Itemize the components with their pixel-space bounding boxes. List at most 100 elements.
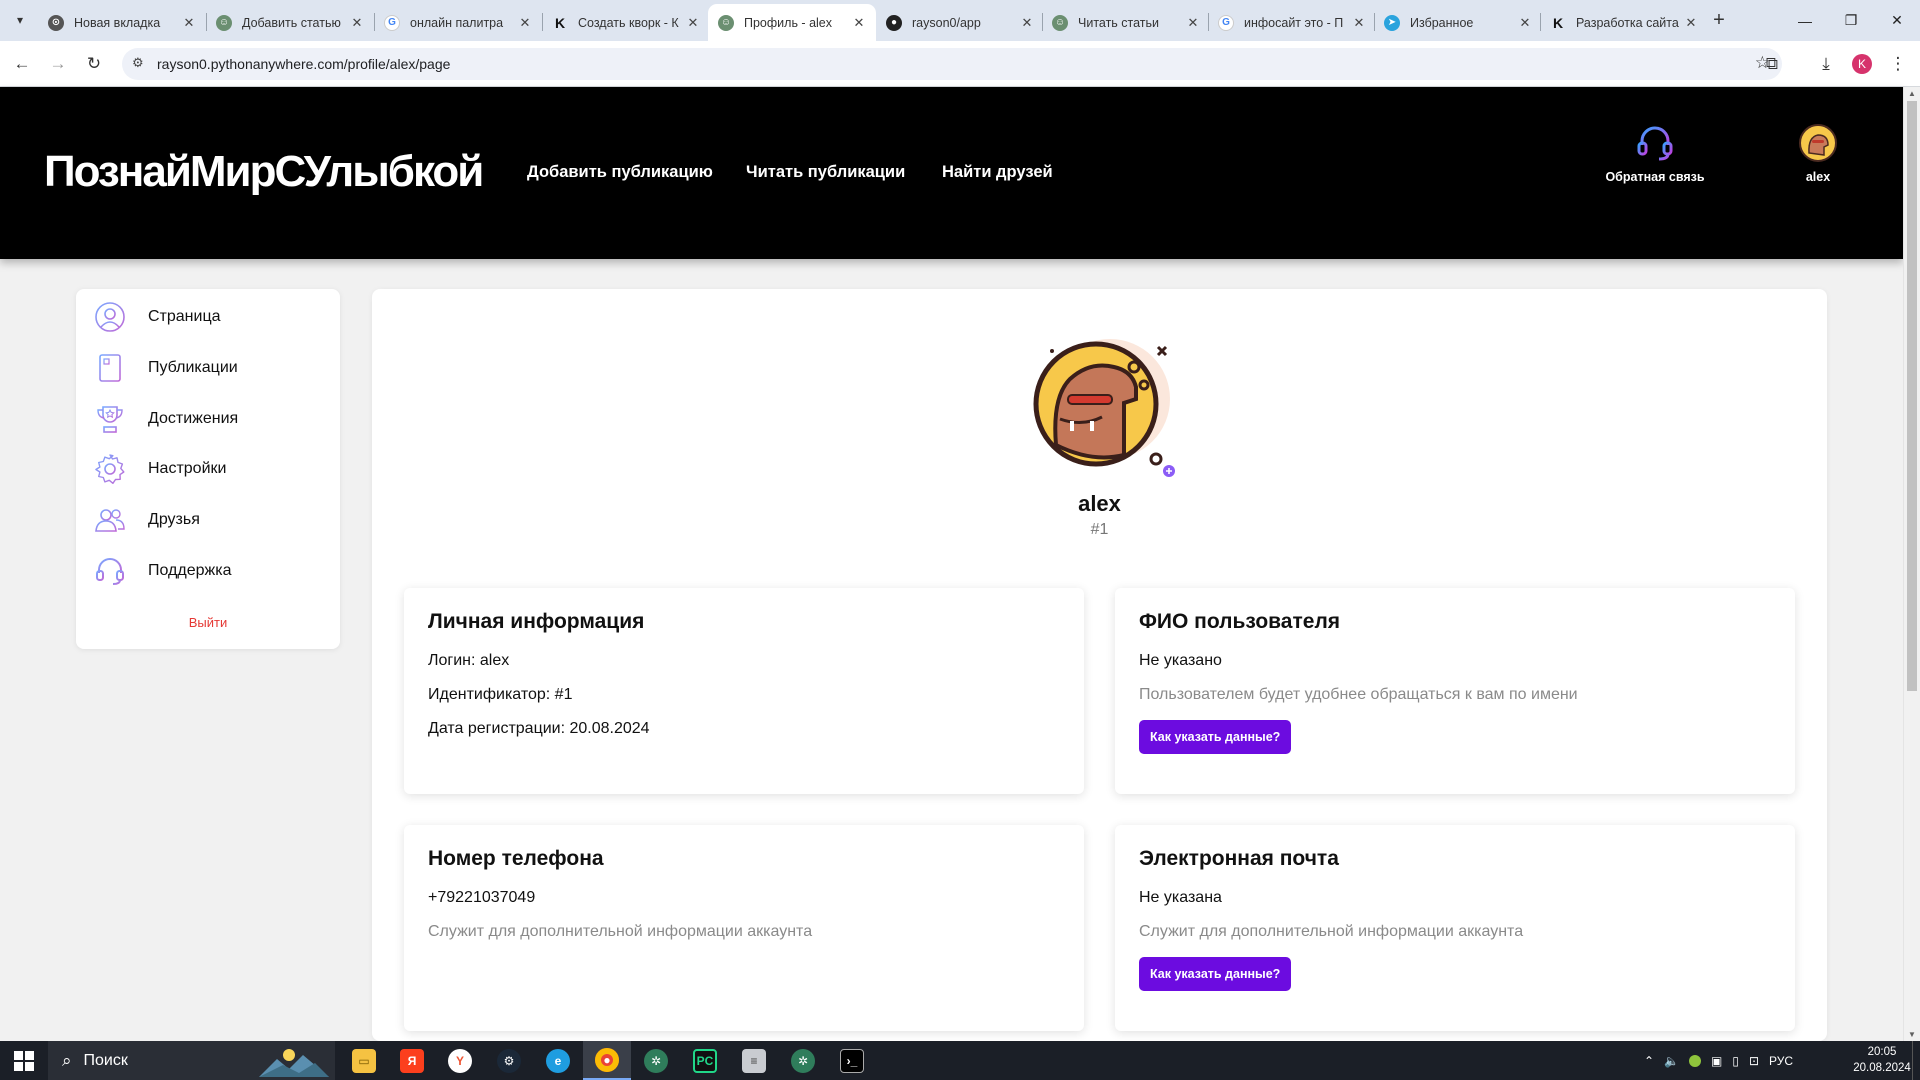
- site-logo[interactable]: ПознайМирСУлыбкой: [44, 147, 484, 197]
- taskbar-app-green[interactable]: ✲: [632, 1041, 680, 1080]
- profile-avatar[interactable]: [1032, 337, 1182, 477]
- browser-menu-icon[interactable]: ⋮: [1884, 50, 1912, 78]
- minimize-button[interactable]: —: [1782, 0, 1828, 41]
- headset-icon: [1637, 126, 1673, 161]
- atom-icon: ✲: [644, 1048, 668, 1073]
- back-button[interactable]: ←: [8, 50, 36, 78]
- browser-tab[interactable]: ● rayson0/app ✕: [876, 4, 1044, 41]
- feedback-link[interactable]: Обратная связь: [1605, 123, 1705, 184]
- user-icon: [95, 302, 125, 332]
- close-icon[interactable]: ✕: [518, 15, 532, 31]
- taskbar-edge[interactable]: e: [534, 1041, 582, 1080]
- close-icon[interactable]: ✕: [1186, 15, 1200, 31]
- taskbar-chrome[interactable]: ●: [583, 1041, 631, 1080]
- close-icon[interactable]: ✕: [686, 15, 700, 31]
- close-icon[interactable]: ✕: [852, 15, 866, 31]
- taskbar-search[interactable]: ⌕ Поиск: [48, 1041, 335, 1080]
- profile-sidebar: Страница Публикации Достижения Настройки: [76, 289, 340, 649]
- browser-tab[interactable]: ➤ Избранное ✕: [1374, 4, 1542, 41]
- browser-tab[interactable]: K Создать кворк - К ✕: [542, 4, 710, 41]
- search-placeholder: Поиск: [83, 1051, 128, 1069]
- scrollbar-thumb[interactable]: [1907, 101, 1917, 691]
- close-icon[interactable]: ✕: [1684, 15, 1698, 31]
- scroll-up-arrow[interactable]: ▲: [1908, 89, 1916, 98]
- site-info-icon[interactable]: ⚙: [132, 55, 144, 71]
- start-button[interactable]: [0, 1041, 48, 1080]
- taskbar-app-green2[interactable]: ✲: [779, 1041, 827, 1080]
- taskbar-pycharm[interactable]: PC: [681, 1041, 729, 1080]
- browser-toolbar: ← → ↻ ⚙ rayson0.pythonanywhere.com/profi…: [0, 41, 1920, 87]
- taskbar-terminal[interactable]: ›_: [828, 1041, 876, 1080]
- taskbar-yandex-browser[interactable]: Y: [436, 1041, 484, 1080]
- close-window-button[interactable]: ✕: [1874, 0, 1920, 41]
- headset-icon: [96, 558, 124, 585]
- volume-icon[interactable]: 🔈: [1664, 1054, 1679, 1068]
- restore-button[interactable]: ❐: [1828, 0, 1874, 41]
- header-username: alex: [1805, 170, 1831, 184]
- address-bar[interactable]: ⚙ rayson0.pythonanywhere.com/profile/ale…: [122, 48, 1782, 80]
- browser-tab[interactable]: G инфосайт это - П ✕: [1208, 4, 1376, 41]
- scroll-down-arrow[interactable]: ▼: [1908, 1030, 1916, 1039]
- sidebar-item-support[interactable]: Поддержка: [94, 553, 324, 589]
- reload-button[interactable]: ↻: [80, 50, 108, 78]
- show-desktop-button[interactable]: [1912, 1041, 1920, 1080]
- site-icon: ☺: [1052, 14, 1068, 31]
- nav-read-publications[interactable]: Читать публикации: [746, 163, 905, 182]
- browser-tab[interactable]: ☺ Читать статьи ✕: [1042, 4, 1210, 41]
- sidebar-item-settings[interactable]: Настройки: [94, 451, 324, 487]
- personal-info-card: Личная информация Логин: alex Идентифика…: [404, 588, 1084, 794]
- tab-search-button[interactable]: ▾: [8, 8, 32, 32]
- tray-device-icon[interactable]: ▣: [1711, 1054, 1722, 1068]
- browser-tab-strip: ▾ ⊙ Новая вкладка ✕ ☺ Добавить статью ✕ …: [0, 0, 1920, 41]
- taskbar-yandex[interactable]: Я: [388, 1041, 436, 1080]
- how-to-specify-button[interactable]: Как указать данные?: [1139, 957, 1292, 991]
- header-user-menu[interactable]: alex: [1793, 123, 1843, 184]
- site-icon: ☺: [718, 14, 734, 31]
- taskbar-explorer[interactable]: ▭: [340, 1041, 388, 1080]
- trophy-icon: [97, 406, 123, 433]
- sidebar-item-achievements[interactable]: Достижения: [94, 401, 324, 437]
- phone-card: Номер телефона +79221037049 Служит для д…: [404, 825, 1084, 1031]
- taskbar-steam[interactable]: ⚙: [485, 1041, 533, 1080]
- sidebar-item-friends[interactable]: Друзья: [94, 502, 324, 538]
- extensions-icon[interactable]: ⧉: [1758, 50, 1786, 78]
- forward-button[interactable]: →: [44, 50, 72, 78]
- close-icon[interactable]: ✕: [1518, 15, 1532, 31]
- telegram-icon: ➤: [1384, 14, 1400, 31]
- browser-tab[interactable]: ⊙ Новая вкладка ✕: [38, 4, 206, 41]
- tray-app-icon[interactable]: [1689, 1054, 1702, 1067]
- browser-tab[interactable]: G онлайн палитра ✕: [374, 4, 542, 41]
- logout-link[interactable]: Выйти: [76, 615, 340, 630]
- url-text[interactable]: rayson0.pythonanywhere.com/profile/alex/…: [157, 56, 450, 72]
- browser-tab[interactable]: K Разработка сайта ✕: [1540, 4, 1708, 41]
- chevron-up-icon[interactable]: ⌃: [1644, 1054, 1654, 1068]
- close-icon[interactable]: ✕: [1020, 15, 1034, 31]
- new-tab-button[interactable]: +: [1706, 8, 1732, 34]
- browser-tab-active[interactable]: ☺ Профиль - alex ✕: [708, 4, 876, 41]
- sidebar-item-publications[interactable]: Публикации: [94, 350, 324, 386]
- page-scrollbar[interactable]: ▲ ▼: [1903, 87, 1920, 1041]
- close-icon[interactable]: ✕: [1352, 15, 1366, 31]
- network-icon[interactable]: ⊡: [1749, 1054, 1759, 1068]
- sidebar-item-label: Публикации: [148, 359, 238, 376]
- how-to-specify-button[interactable]: Как указать данные?: [1139, 720, 1292, 754]
- download-icon[interactable]: ⤓: [1812, 50, 1840, 78]
- nav-find-friends[interactable]: Найти друзей: [942, 163, 1053, 182]
- language-indicator[interactable]: РУС: [1769, 1054, 1793, 1068]
- search-highlight-icon: [259, 1049, 329, 1077]
- profile-button[interactable]: K: [1848, 50, 1876, 78]
- nav-add-publication[interactable]: Добавить публикацию: [527, 163, 713, 182]
- taskbar-database[interactable]: ≡: [730, 1041, 778, 1080]
- profile-avatar: K: [1852, 54, 1872, 74]
- fullname-card: ФИО пользователя Не указано Пользователе…: [1115, 588, 1795, 794]
- sidebar-item-page[interactable]: Страница: [94, 299, 324, 335]
- site-header: ПознайМирСУлыбкой Добавить публикацию Чи…: [0, 87, 1903, 259]
- taskbar-clock[interactable]: 20:05 20.08.2024: [1852, 1044, 1912, 1076]
- close-icon[interactable]: ✕: [182, 15, 196, 31]
- site-icon: ☺: [216, 14, 232, 31]
- tab-title: rayson0/app: [912, 15, 981, 30]
- sidebar-item-label: Страница: [148, 308, 221, 325]
- browser-tab[interactable]: ☺ Добавить статью ✕: [206, 4, 374, 41]
- close-icon[interactable]: ✕: [350, 15, 364, 31]
- battery-icon[interactable]: ▯: [1732, 1054, 1739, 1068]
